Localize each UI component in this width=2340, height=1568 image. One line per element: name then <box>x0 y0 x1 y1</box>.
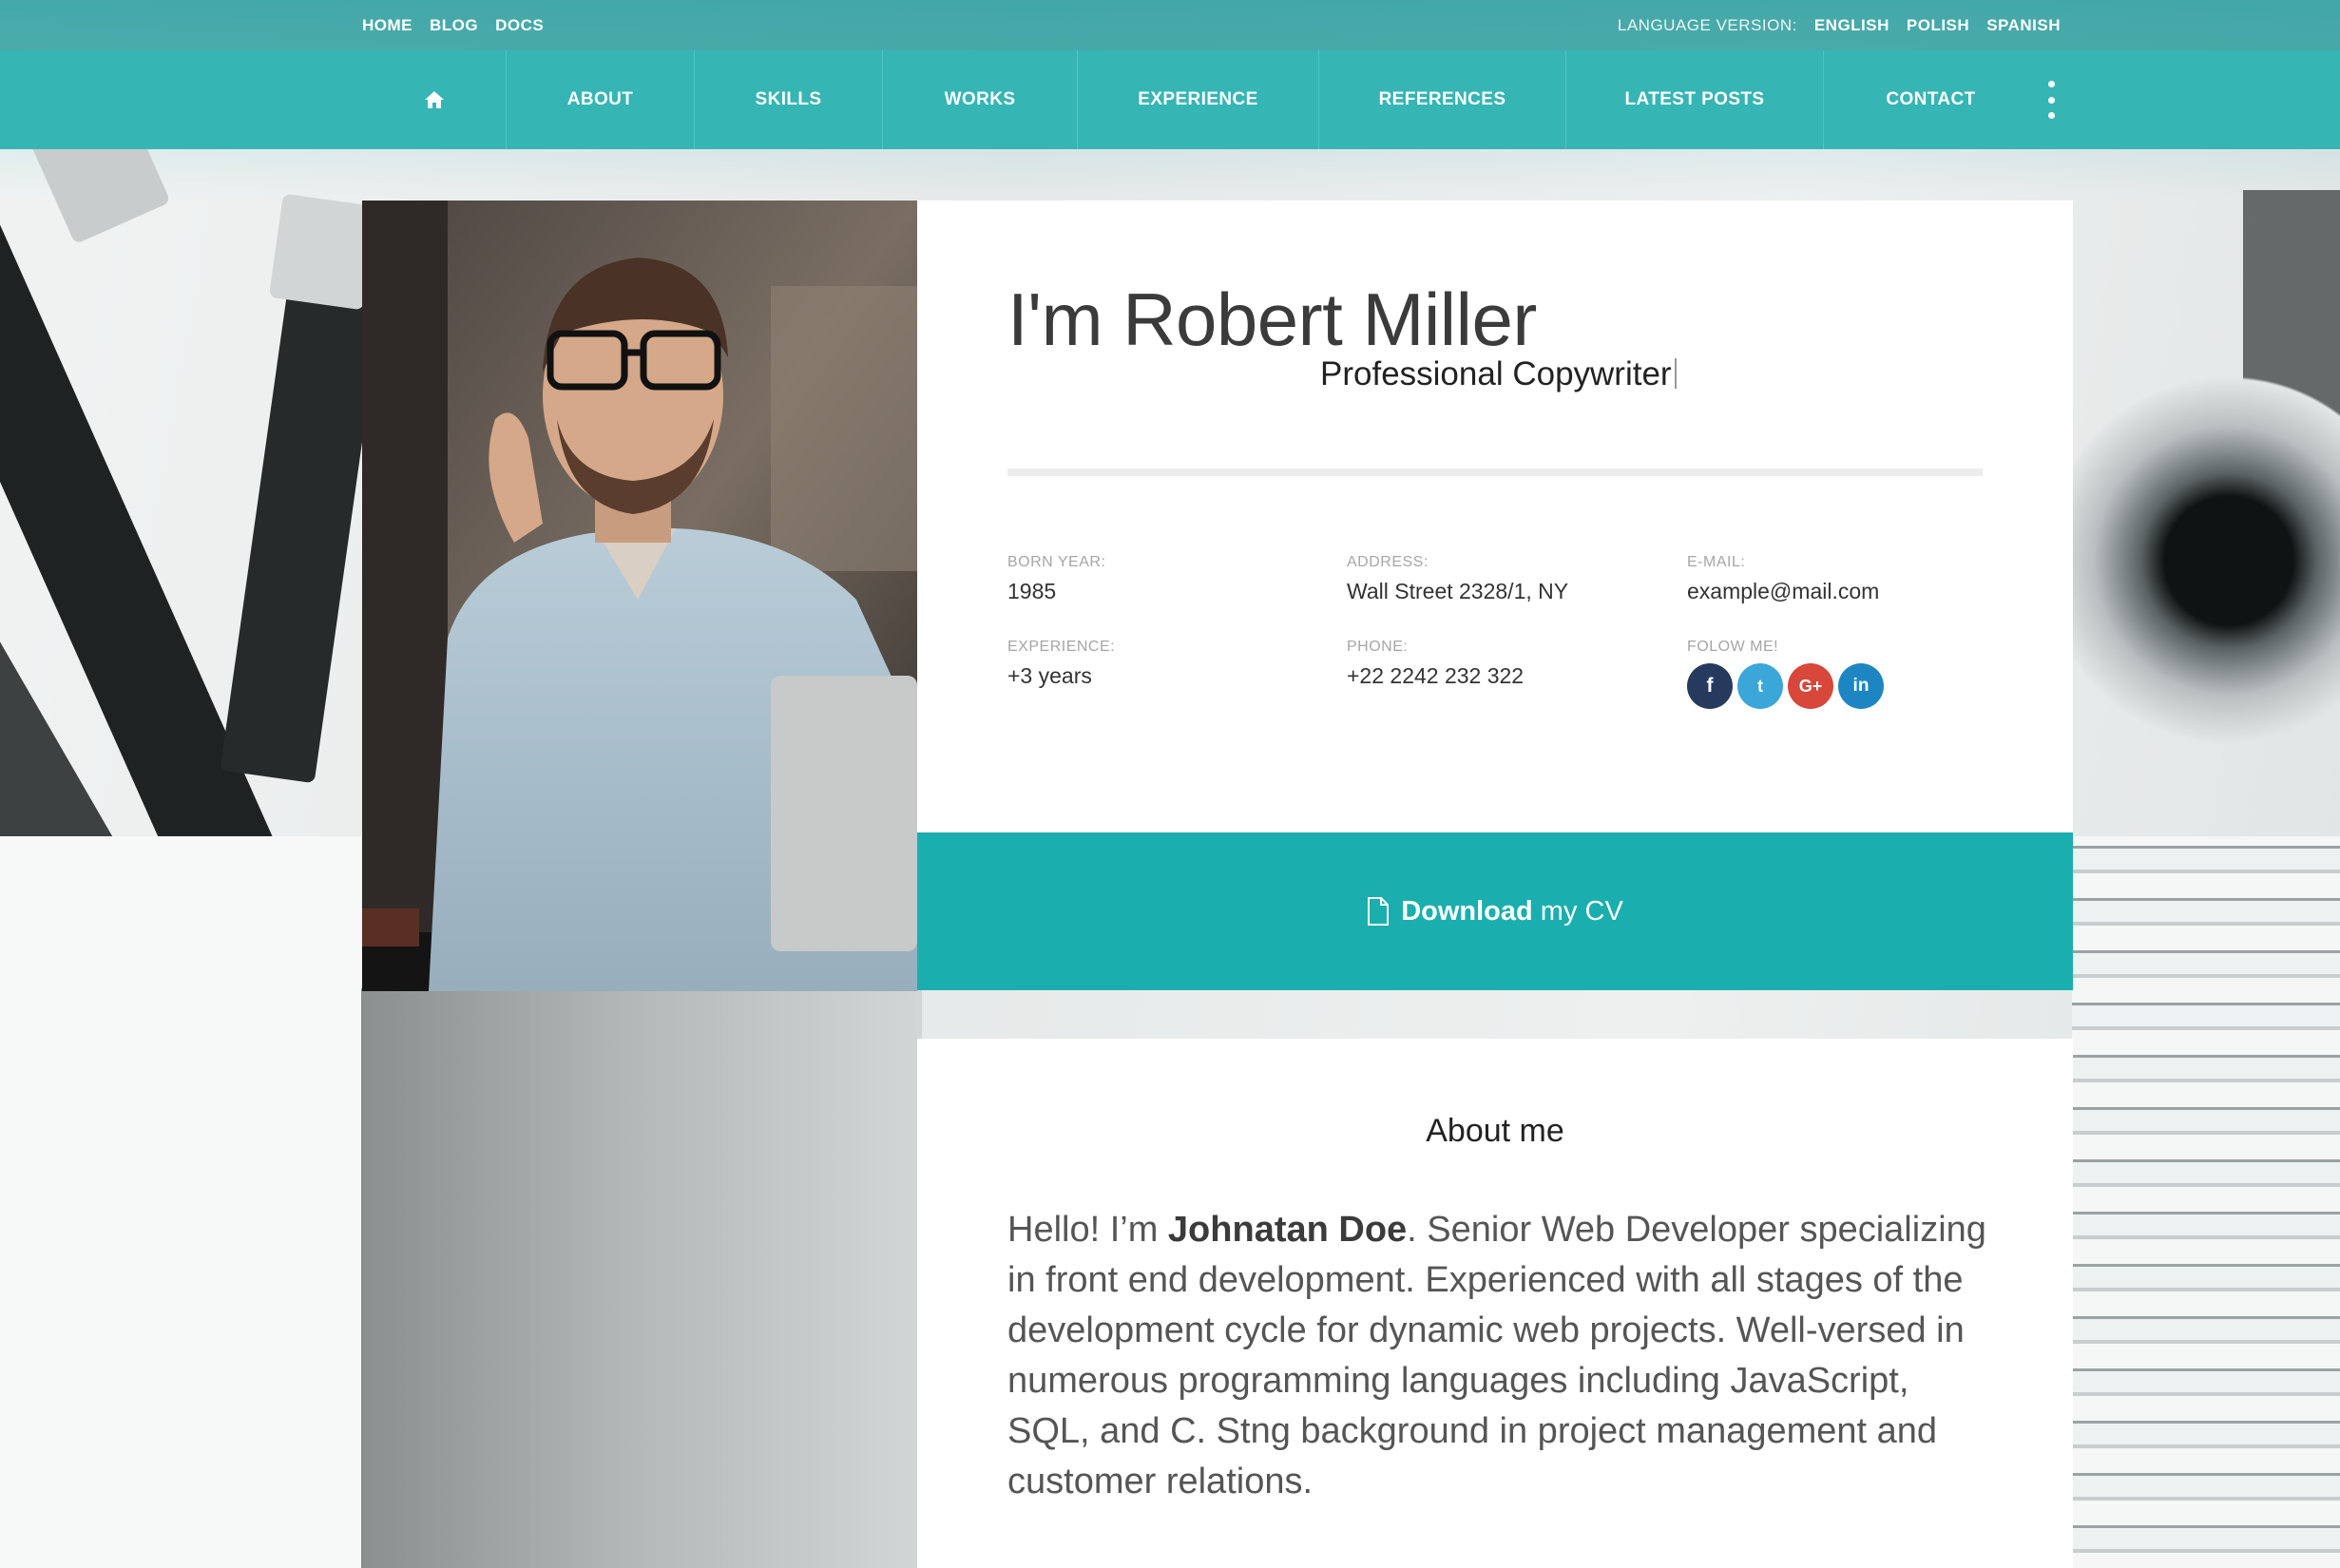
main-nav: ABOUT SKILLS WORKS EXPERIENCE REFERENCES… <box>0 50 2340 149</box>
profile-photo-illustration <box>362 201 917 991</box>
about-section: About me Hello! I’m Johnatan Doe. Senior… <box>917 1039 2073 1568</box>
divider <box>1007 468 1983 476</box>
about-text: Hello! I’m Johnatan Doe. Senior Web Deve… <box>1007 1205 1986 1507</box>
about-text-name: Johnatan Doe <box>1167 1210 1408 1250</box>
email-label: E-MAIL: <box>1687 554 1746 570</box>
download-label-bold: Download <box>1401 895 1533 927</box>
home-icon <box>424 91 444 108</box>
born-year-label: BORN YEAR: <box>1007 554 1106 570</box>
download-label-rest: my CV <box>1540 895 1623 927</box>
nav-references[interactable]: REFERENCES <box>1319 50 1566 149</box>
top-link-docs[interactable]: DOCS <box>495 16 544 35</box>
address-field: ADDRESS: Wall Street 2328/1, NY <box>1347 554 1568 604</box>
social-links: f t G+ in <box>1687 663 1884 709</box>
nav-experience[interactable]: EXPERIENCE <box>1078 50 1319 149</box>
nav-works[interactable]: WORKS <box>883 50 1078 149</box>
profile-title: Professional Copywriter <box>1320 355 1677 393</box>
language-switcher: LANGUAGE VERSION: ENGLISH POLISH SPANISH <box>1618 0 2061 50</box>
top-link-home[interactable]: HOME <box>362 16 412 35</box>
text-caret <box>1674 358 1677 389</box>
top-utility-bar: HOME BLOG DOCS LANGUAGE VERSION: ENGLISH… <box>0 0 2340 50</box>
phone-field: PHONE: +22 2242 232 322 <box>1347 639 1524 689</box>
nav-contact[interactable]: CONTACT <box>1824 50 2038 149</box>
nav-about[interactable]: ABOUT <box>507 50 695 149</box>
top-links: HOME BLOG DOCS <box>362 0 544 50</box>
vertical-dots-icon[interactable] <box>2046 81 2056 119</box>
phone-label: PHONE: <box>1347 639 1409 655</box>
nav-latest-posts[interactable]: LATEST POSTS <box>1566 50 1824 149</box>
profile-photo <box>362 201 917 991</box>
experience-field: EXPERIENCE: +3 years <box>1007 639 1115 689</box>
language-label: LANGUAGE VERSION: <box>1617 15 1797 34</box>
profile-card: I'm Robert Miller Professional Copywrite… <box>917 201 2073 832</box>
born-year-field: BORN YEAR: 1985 <box>1007 554 1105 604</box>
language-polish[interactable]: POLISH <box>1907 16 1969 35</box>
facebook-icon[interactable]: f <box>1687 663 1733 709</box>
top-link-blog[interactable]: BLOG <box>430 16 478 35</box>
about-text-body: . Senior Web Developer specializing in f… <box>1007 1210 1986 1501</box>
email-value[interactable]: example@mail.com <box>1687 579 1879 604</box>
address-label: ADDRESS: <box>1347 554 1429 570</box>
profile-title-text: Professional Copywriter <box>1320 355 1672 392</box>
address-value: Wall Street 2328/1, NY <box>1347 579 1569 603</box>
about-text-intro: Hello! I’m <box>1007 1210 1168 1250</box>
linkedin-icon[interactable]: in <box>1838 663 1884 709</box>
about-heading: About me <box>1426 1113 1564 1149</box>
language-spanish[interactable]: SPANISH <box>1986 16 2061 35</box>
experience-label: EXPERIENCE: <box>1007 639 1116 655</box>
profile-name: I'm Robert Miller <box>1007 277 1537 361</box>
google-plus-icon[interactable]: G+ <box>1788 663 1833 709</box>
phone-value: +22 2242 232 322 <box>1347 663 1525 688</box>
experience-value: +3 years <box>1007 663 1092 688</box>
follow-label: FOLOW ME! <box>1687 639 1779 655</box>
born-year-value: 1985 <box>1007 579 1057 603</box>
nav-home[interactable] <box>362 50 507 149</box>
follow-field: FOLOW ME! f t G+ in <box>1687 639 1884 709</box>
twitter-icon[interactable]: t <box>1737 663 1783 709</box>
download-cv-button[interactable]: Download my CV <box>917 832 2073 990</box>
email-field: E-MAIL: example@mail.com <box>1687 554 1879 604</box>
language-english[interactable]: ENGLISH <box>1814 16 1889 35</box>
file-icon <box>1368 897 1390 926</box>
nav-skills[interactable]: SKILLS <box>695 50 883 149</box>
